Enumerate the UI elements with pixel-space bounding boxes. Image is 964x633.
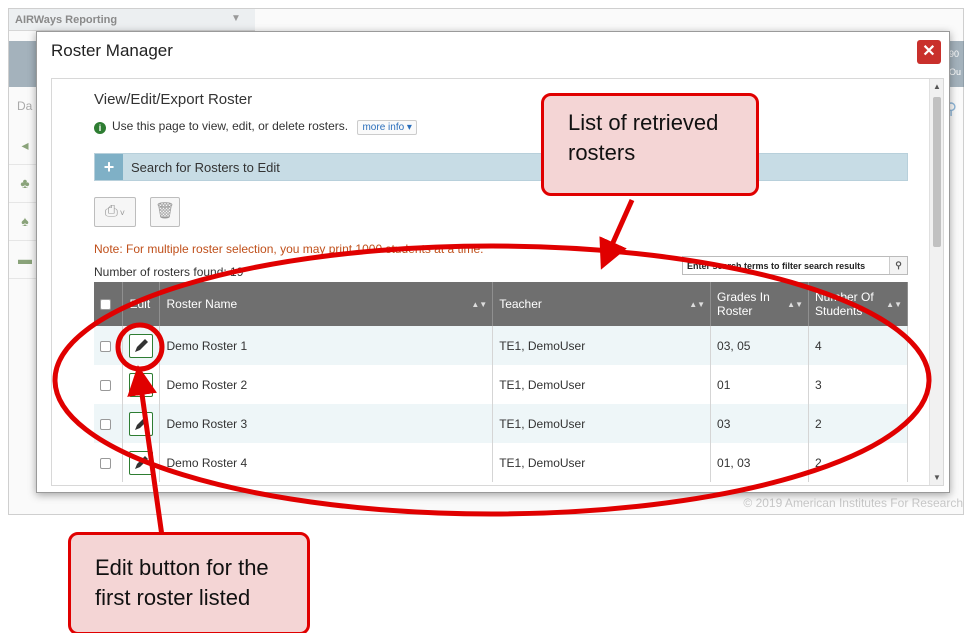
chevron-down-icon[interactable]: ▼ (231, 13, 241, 24)
info-icon: i (94, 122, 106, 134)
roster-name-cell: Demo Roster 2 (159, 365, 494, 404)
plus-icon: + (95, 154, 123, 180)
header-right-text-2: Ou (949, 67, 962, 77)
delete-button[interactable]: 🗑 (150, 197, 180, 227)
row-checkbox[interactable] (100, 340, 111, 352)
list-callout-line-1: List of retrieved (568, 110, 719, 135)
sort-icon[interactable]: ▲▼ (689, 300, 705, 309)
students-header[interactable]: Number Of Students ▲▼ (808, 282, 908, 326)
grades-cell: 01, 03 (710, 443, 809, 482)
students-cell: 4 (808, 326, 908, 365)
modal-scrollbar[interactable]: ▲ ▼ (929, 79, 943, 485)
pencil-icon (135, 455, 149, 469)
modal-title: Roster Manager (51, 41, 173, 60)
app-title: AIRWays Reporting (15, 14, 118, 26)
roster-name-header-label: Roster Name (166, 297, 238, 311)
students-header-label: Number Of Students (815, 290, 874, 318)
teacher-cell: TE1, DemoUser (492, 365, 712, 404)
students-cell: 2 (808, 404, 908, 443)
teacher-cell: TE1, DemoUser (492, 443, 712, 482)
students-cell: 2 (808, 443, 908, 482)
table-row: Demo Roster 3 TE1, DemoUser 03 2 (94, 404, 908, 443)
pencil-icon (135, 416, 149, 430)
edit-callout-line-2: first roster listed (95, 585, 251, 610)
row-select-cell (94, 443, 124, 482)
printer-icon: ⎙ (104, 203, 118, 220)
roster-name-cell: Demo Roster 3 (159, 404, 494, 443)
table-row: Demo Roster 2 TE1, DemoUser 01 3 (94, 365, 908, 404)
more-info-label: more info (362, 122, 405, 133)
pencil-icon (135, 338, 149, 352)
edit-cell (122, 326, 161, 365)
search-rosters-label: Search for Rosters to Edit (131, 160, 280, 175)
grades-header[interactable]: Grades In Roster ▲▼ (710, 282, 809, 326)
teacher-header-label: Teacher (499, 297, 542, 311)
table-header-row: Edit Roster Name ▲▼ Teacher ▲▼ Grades In R… (94, 282, 908, 326)
grades-cell: 03 (710, 404, 809, 443)
app-header-right: 90 Ou (949, 45, 963, 81)
sort-icon[interactable]: ▲▼ (471, 300, 487, 309)
edit-roster-button[interactable] (129, 411, 154, 436)
row-select-cell (94, 326, 124, 365)
modal-body: ▲ ▼ View/Edit/Export Roster i Use this pa… (51, 78, 944, 486)
sort-icon[interactable]: ▲▼ (886, 300, 902, 309)
row-checkbox[interactable] (100, 418, 111, 430)
edit-roster-button[interactable] (129, 333, 154, 358)
edit-callout-line-1: Edit button for the (95, 555, 269, 580)
roster-name-cell: Demo Roster 1 (159, 326, 494, 365)
sort-icon[interactable]: ▲▼ (787, 300, 803, 309)
row-select-cell (94, 404, 124, 443)
table-row: Demo Roster 4 TE1, DemoUser 01, 03 2 (94, 443, 908, 482)
edit-callout: Edit button for the first roster listed (68, 532, 310, 633)
app-title-bar[interactable]: AIRWays Reporting ▼ (9, 9, 255, 31)
row-select-cell (94, 365, 124, 404)
edit-cell (122, 404, 161, 443)
scroll-thumb[interactable] (933, 97, 941, 247)
filter-placeholder: Enter search terms to filter search resu… (687, 261, 866, 271)
scroll-up-icon[interactable]: ▲ (930, 82, 943, 91)
close-icon[interactable]: ✕ (917, 40, 941, 64)
info-text: Use this page to view, edit, or delete r… (112, 119, 349, 133)
select-all-checkbox[interactable] (100, 299, 111, 311)
magnifier-icon[interactable]: ⚲ (889, 257, 907, 274)
search-rosters-toggle[interactable]: + Search for Rosters to Edit (94, 153, 908, 181)
print-button[interactable]: ⎙ ˅ (94, 197, 136, 227)
grades-cell: 03, 05 (710, 326, 809, 365)
edit-cell (122, 443, 161, 482)
edit-roster-button[interactable] (129, 372, 154, 397)
roster-table: Edit Roster Name ▲▼ Teacher ▲▼ Grades In R… (94, 282, 908, 482)
app-footer: © 2019 American Institutes For Research (743, 496, 963, 510)
print-limit-note: Note: For multiple roster selection, you… (94, 242, 484, 256)
teacher-cell: TE1, DemoUser (492, 326, 712, 365)
edit-cell (122, 365, 161, 404)
screenshot-stage: AIRWays Reporting ▼ 90 Ou Da ◂ ♣ ♠ ▬ ⚲ ©… (0, 0, 964, 633)
trash-icon: 🗑 (154, 203, 176, 220)
teacher-header[interactable]: Teacher ▲▼ (492, 282, 712, 326)
header-right-text-1: 90 (949, 49, 960, 59)
filter-search-input[interactable]: Enter search terms to filter search resu… (682, 256, 908, 275)
scroll-down-icon[interactable]: ▼ (930, 473, 943, 482)
chevron-down-icon: ˅ (119, 208, 126, 218)
teacher-cell: TE1, DemoUser (492, 404, 712, 443)
grades-cell: 01 (710, 365, 809, 404)
page-title: View/Edit/Export Roster (94, 91, 253, 108)
roster-manager-modal: Roster Manager ✕ ▲ ▼ View/Edit/Export Ro… (36, 31, 950, 493)
info-line: i Use this page to view, edit, or delete … (94, 119, 417, 135)
row-checkbox[interactable] (100, 379, 111, 391)
edit-header: Edit (122, 282, 161, 326)
grades-header-label: Grades In Roster (717, 290, 770, 318)
students-cell: 3 (808, 365, 908, 404)
roster-name-cell: Demo Roster 4 (159, 443, 494, 482)
roster-name-header[interactable]: Roster Name ▲▼ (159, 282, 494, 326)
select-all-header[interactable] (94, 282, 124, 326)
list-callout-line-2: rosters (568, 140, 636, 165)
more-info-button[interactable]: more info ▾ (357, 120, 417, 135)
list-callout: List of retrieved rosters (541, 93, 759, 196)
table-row: Demo Roster 1 TE1, DemoUser 03, 05 4 (94, 326, 908, 365)
sidebar-label: Da (17, 99, 33, 113)
roster-count: Number of rosters found: 19 (94, 265, 244, 279)
row-checkbox[interactable] (100, 457, 111, 469)
edit-roster-button[interactable] (129, 450, 154, 475)
pencil-icon (135, 377, 149, 391)
